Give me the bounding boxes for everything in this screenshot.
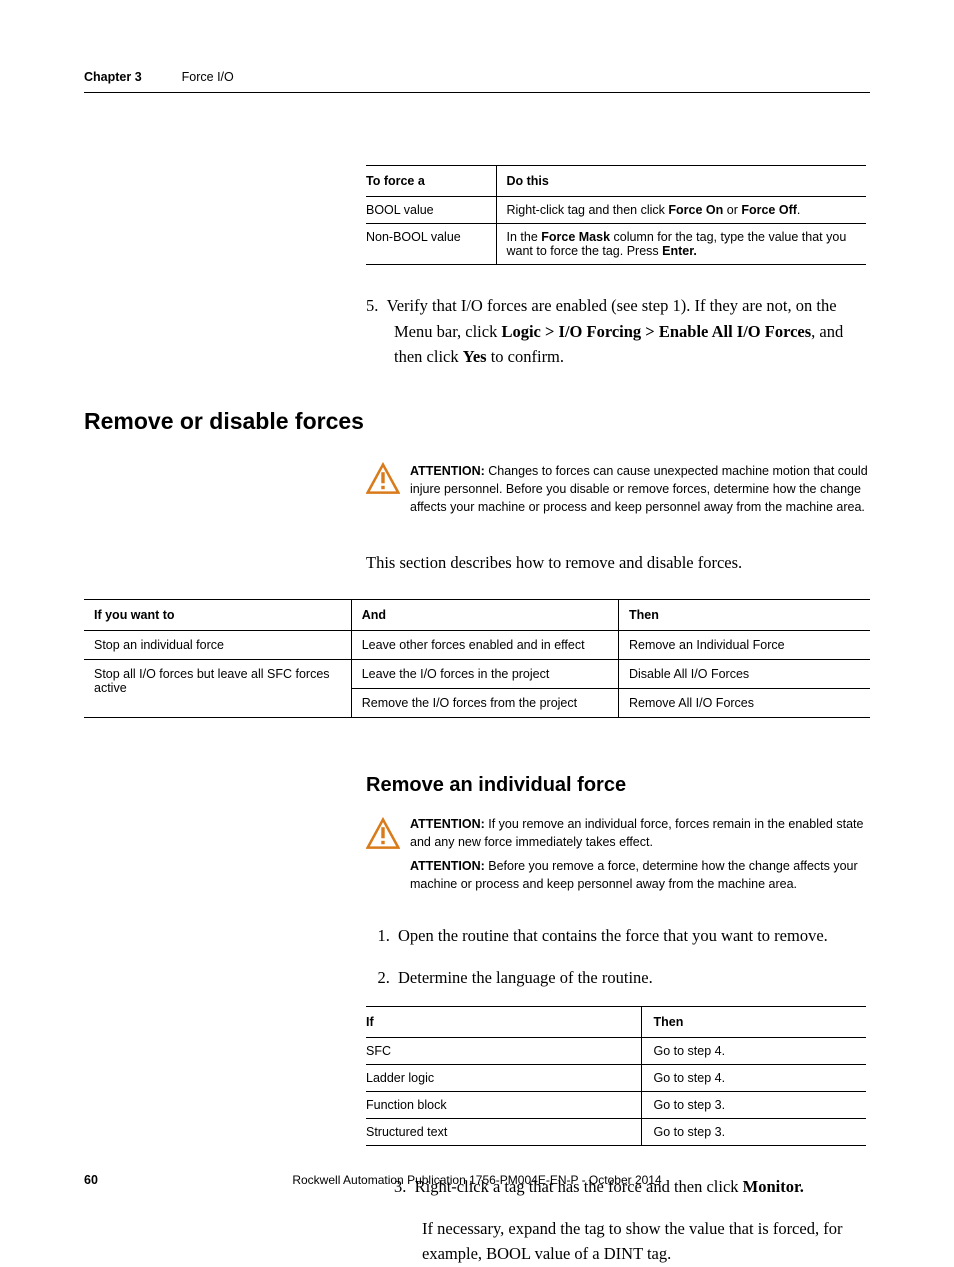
step-2: Determine the language of the routine. <box>394 965 870 991</box>
attention-body: ATTENTION: If you remove an individual f… <box>410 815 870 900</box>
chapter-title: Force I/O <box>182 70 234 84</box>
steps-list: Open the routine that contains the force… <box>366 923 870 990</box>
section-intro: This section describes how to remove and… <box>366 553 870 573</box>
table-row: BOOL value Right-click tag and then clic… <box>366 197 866 224</box>
footer-text: Rockwell Automation Publication 1756-PM0… <box>0 1173 954 1187</box>
chapter-label: Chapter 3 <box>84 70 142 84</box>
table-row: Stop all I/O forces but leave all SFC fo… <box>84 659 870 688</box>
th-do-this: Do this <box>496 166 866 197</box>
subsection-heading: Remove an individual force <box>366 774 870 797</box>
language-table: If Then SFCGo to step 4. Ladder logicGo … <box>366 1006 866 1146</box>
section-heading: Remove or disable forces <box>84 408 378 434</box>
step-5: 5. Verify that I/O forces are enabled (s… <box>366 293 870 370</box>
th-to-force-a: To force a <box>366 166 496 197</box>
table-row: SFCGo to step 4. <box>366 1038 866 1065</box>
running-header: Chapter 3 Force I/O <box>84 70 870 93</box>
force-action-table: To force a Do this BOOL value Right-clic… <box>366 165 866 265</box>
step-1: Open the routine that contains the force… <box>394 923 870 949</box>
table-row: Stop an individual force Leave other for… <box>84 630 870 659</box>
attention-body: ATTENTION: Changes to forces can cause u… <box>410 462 870 522</box>
attention-icon <box>366 462 400 496</box>
table-row: Non-BOOL value In the Force Mask column … <box>366 224 866 265</box>
step-3-follow: If necessary, expand the tag to show the… <box>422 1216 870 1267</box>
table-row: Structured textGo to step 3. <box>366 1119 866 1146</box>
attention-icon <box>366 817 400 851</box>
step-3: 3. Right-click a tag that has the force … <box>394 1174 870 1267</box>
table-row: Function blockGo to step 3. <box>366 1092 866 1119</box>
remove-disable-table: If you want to And Then Stop an individu… <box>84 599 870 718</box>
table-row: Ladder logicGo to step 4. <box>366 1065 866 1092</box>
